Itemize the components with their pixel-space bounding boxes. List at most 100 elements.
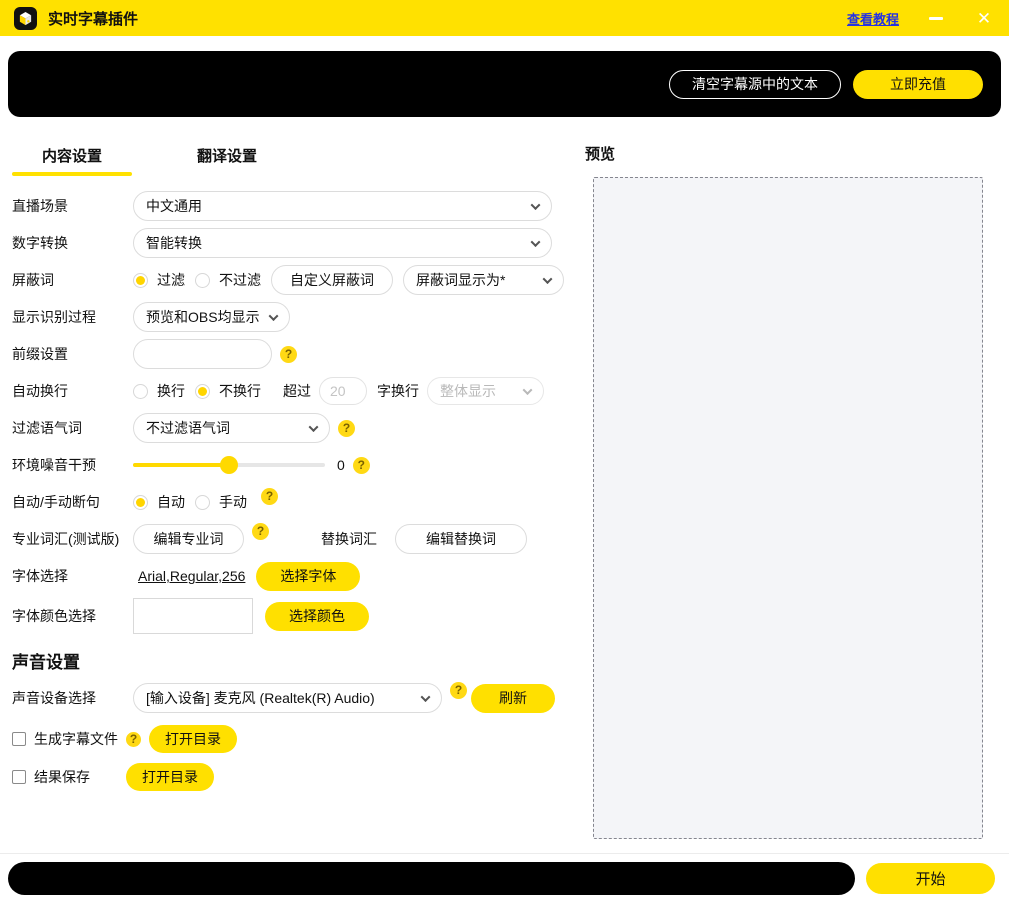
open-result-dir-button[interactable]: 打开目录 <box>126 763 214 791</box>
help-icon[interactable]: ? <box>280 346 297 363</box>
blocked-words-display-select[interactable]: 屏蔽词显示为* <box>403 265 564 295</box>
row-font-select: 字体选择 Arial,Regular,256 选择字体 <box>12 561 585 591</box>
filter-modal-words-value: 不过滤语气词 <box>146 418 230 438</box>
row-noise: 环境噪音干预 0 ? <box>12 450 585 480</box>
font-color-input[interactable] <box>133 598 253 634</box>
current-font-link[interactable]: Arial,Regular,256 <box>138 568 245 584</box>
filter-modal-words-label: 过滤语气词 <box>12 418 133 438</box>
close-button[interactable]: ✕ <box>973 7 995 29</box>
radio-icon <box>133 273 148 288</box>
live-scene-select[interactable]: 中文通用 <box>133 191 552 221</box>
sound-device-label: 声音设备选择 <box>12 688 133 708</box>
start-button[interactable]: 开始 <box>866 863 995 894</box>
blocked-words-nofilter-radio[interactable]: 不过滤 <box>195 270 261 290</box>
noise-label: 环境噪音干预 <box>12 455 133 475</box>
refresh-device-button[interactable]: 刷新 <box>471 684 555 713</box>
help-icon[interactable]: ? <box>353 457 370 474</box>
settings-tabs: 内容设置 翻译设置 <box>12 143 585 176</box>
chevron-down-icon <box>269 311 279 321</box>
row-live-scene: 直播场景 中文通用 <box>12 191 585 221</box>
radio-icon <box>195 495 210 510</box>
settings-form: 直播场景 中文通用 数字转换 智能转换 屏蔽词 过滤 <box>12 191 585 791</box>
sentence-break-label: 自动/手动断句 <box>12 492 133 512</box>
preview-panel: 预览 <box>585 117 1009 853</box>
help-icon[interactable]: ? <box>126 732 141 747</box>
number-convert-select[interactable]: 智能转换 <box>133 228 552 258</box>
radio-icon <box>133 495 148 510</box>
auto-break-radio[interactable]: 自动 <box>133 492 185 512</box>
live-scene-value: 中文通用 <box>146 196 202 216</box>
view-tutorial-link[interactable]: 查看教程 <box>847 9 899 28</box>
noise-value: 0 <box>337 457 345 473</box>
wrap-display-mode-select[interactable]: 整体显示 <box>427 377 544 405</box>
font-select-label: 字体选择 <box>12 566 133 586</box>
filter-modal-words-select[interactable]: 不过滤语气词 <box>133 413 330 443</box>
choose-color-button[interactable]: 选择颜色 <box>265 602 369 631</box>
minimize-icon <box>929 17 943 20</box>
open-subtitle-dir-button[interactable]: 打开目录 <box>149 725 237 753</box>
blocked-words-display-value: 屏蔽词显示为* <box>416 270 505 290</box>
no-wrap-radio[interactable]: 不换行 <box>195 381 261 401</box>
titlebar: 实时字幕插件 查看教程 ✕ <box>0 0 1009 36</box>
chevron-down-icon <box>543 274 553 284</box>
tab-content-settings[interactable]: 内容设置 <box>12 143 132 176</box>
wrap-suffix-text: 字换行 <box>377 381 419 401</box>
chevron-down-icon <box>531 237 541 247</box>
show-recognition-label: 显示识别过程 <box>12 307 133 327</box>
wrap-count-input[interactable] <box>319 377 367 405</box>
recharge-button[interactable]: 立即充值 <box>853 70 983 99</box>
row-font-color: 字体颜色选择 选择颜色 <box>12 598 585 634</box>
choose-font-button[interactable]: 选择字体 <box>256 562 360 591</box>
row-filter-modal-words: 过滤语气词 不过滤语气词 ? <box>12 413 585 443</box>
professional-words-label: 专业词汇(测试版) <box>12 529 133 549</box>
main-content: 内容设置 翻译设置 直播场景 中文通用 数字转换 智能转换 屏蔽词 <box>0 117 1009 853</box>
noise-slider[interactable] <box>133 456 325 474</box>
row-auto-wrap: 自动换行 换行 不换行 超过 字换行 整体显示 <box>12 376 585 406</box>
custom-blocked-words-button[interactable]: 自定义屏蔽词 <box>271 265 393 295</box>
row-professional-words: 专业词汇(测试版) 编辑专业词 ? 替换词汇 编辑替换词 <box>12 524 585 554</box>
blocked-words-label: 屏蔽词 <box>12 270 133 290</box>
help-icon[interactable]: ? <box>261 488 278 505</box>
auto-wrap-label: 自动换行 <box>12 381 133 401</box>
edit-professional-words-button[interactable]: 编辑专业词 <box>133 524 244 554</box>
row-sentence-break: 自动/手动断句 自动 手动 ? <box>12 487 585 517</box>
manual-break-radio[interactable]: 手动 <box>195 492 247 512</box>
preview-area <box>593 177 983 839</box>
radio-icon <box>133 384 148 399</box>
clear-subtitle-source-button[interactable]: 清空字幕源中的文本 <box>669 70 841 99</box>
blocked-words-filter-radio[interactable]: 过滤 <box>133 270 185 290</box>
chevron-down-icon <box>309 422 319 432</box>
prefix-input[interactable] <box>133 339 272 369</box>
subtitle-file-label: 生成字幕文件 <box>34 729 118 749</box>
wrap-display-mode-value: 整体显示 <box>440 381 496 401</box>
wrap-radio[interactable]: 换行 <box>133 381 185 401</box>
chevron-down-icon <box>421 692 431 702</box>
help-icon[interactable]: ? <box>338 420 355 437</box>
chevron-down-icon <box>531 200 541 210</box>
result-save-checkbox[interactable] <box>12 770 26 784</box>
footer: 开始 <box>0 853 1009 903</box>
subtitle-file-checkbox[interactable] <box>12 732 26 746</box>
row-result-save: 结果保存 打开目录 <box>12 763 585 791</box>
live-scene-label: 直播场景 <box>12 196 133 216</box>
sound-device-value: [输入设备] 麦克风 (Realtek(R) Audio) <box>146 688 375 708</box>
app-title: 实时字幕插件 <box>48 8 138 29</box>
row-number-convert: 数字转换 智能转换 <box>12 228 585 258</box>
help-icon[interactable]: ? <box>252 523 269 540</box>
number-convert-label: 数字转换 <box>12 233 133 253</box>
preview-title: 预览 <box>585 143 995 164</box>
sound-device-select[interactable]: [输入设备] 麦克风 (Realtek(R) Audio) <box>133 683 442 713</box>
show-recognition-select[interactable]: 预览和OBS均显示 <box>133 302 290 332</box>
radio-icon <box>195 273 210 288</box>
minimize-button[interactable] <box>925 7 947 29</box>
replace-words-label: 替换词汇 <box>321 529 377 549</box>
slider-thumb-handle[interactable] <box>220 456 238 474</box>
row-show-recognition: 显示识别过程 预览和OBS均显示 <box>12 302 585 332</box>
sound-settings-header: 声音设置 <box>12 648 585 673</box>
tab-translation-settings[interactable]: 翻译设置 <box>167 143 287 176</box>
edit-replace-words-button[interactable]: 编辑替换词 <box>395 524 527 554</box>
row-blocked-words: 屏蔽词 过滤 不过滤 自定义屏蔽词 屏蔽词显示为* <box>12 265 585 295</box>
close-icon: ✕ <box>977 10 991 27</box>
help-icon[interactable]: ? <box>450 682 467 699</box>
row-prefix: 前缀设置 ? <box>12 339 585 369</box>
